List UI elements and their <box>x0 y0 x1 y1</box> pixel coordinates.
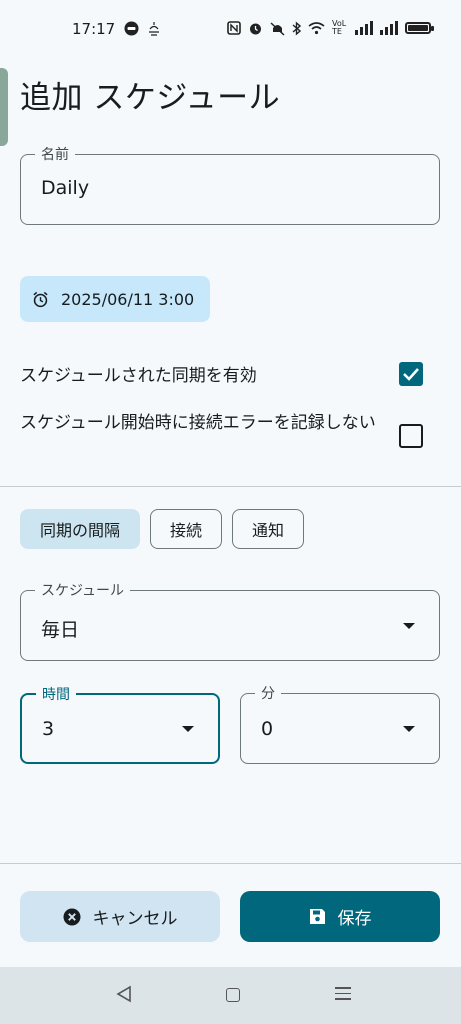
minute-label: 分 <box>255 683 281 703</box>
cancel-label: キャンセル <box>92 909 178 929</box>
schedule-label: スケジュール <box>35 580 131 600</box>
schedule-value: 毎日 <box>41 619 80 641</box>
option-enable-scheduled-sync[interactable]: スケジュールされた同期を有効 <box>20 362 440 389</box>
volte-icon: VoLTE <box>332 19 347 36</box>
bluetooth-icon <box>292 20 301 36</box>
tab-notification[interactable]: 通知 <box>232 509 305 549</box>
tab-sync-interval[interactable]: 同期の間隔 <box>20 509 141 549</box>
cancel-circle-icon <box>63 908 80 925</box>
home-icon[interactable] <box>226 988 240 1002</box>
notification-icon <box>149 22 159 36</box>
option-label: スケジュール開始時に接続エラーを記録しない <box>20 413 376 433</box>
minute-value: 0 <box>261 718 274 740</box>
signal-icon <box>355 21 373 35</box>
wifi-icon <box>308 22 325 35</box>
nfc-icon <box>227 21 241 35</box>
name-field-label: 名前 <box>35 144 75 164</box>
divider <box>0 863 461 864</box>
name-field[interactable]: 名前 Daily <box>20 144 440 225</box>
page-title: 追加 スケジュール <box>20 80 281 116</box>
dropdown-arrow-icon <box>403 726 415 732</box>
option-skip-connection-error[interactable]: スケジュール開始時に接続エラーを記録しない <box>20 410 440 448</box>
schedule-dropdown[interactable]: スケジュール 毎日 <box>20 580 440 661</box>
dropdown-arrow-icon <box>182 726 194 732</box>
skip-error-checkbox[interactable] <box>399 424 423 448</box>
cancel-button[interactable]: キャンセル <box>20 891 220 942</box>
tab-connection[interactable]: 接続 <box>150 509 223 549</box>
hour-label: 時間 <box>36 684 76 704</box>
recents-icon[interactable] <box>335 987 351 1004</box>
battery-icon <box>405 22 434 34</box>
datetime-value: 2025/06/11 3:00 <box>61 289 195 309</box>
save-label: 保存 <box>337 909 372 929</box>
system-nav-bar <box>0 967 461 1024</box>
edge-panel-handle[interactable] <box>0 68 8 146</box>
option-label: スケジュールされた同期を有効 <box>20 366 257 386</box>
checkmark-icon <box>403 368 419 381</box>
divider <box>0 486 461 487</box>
save-icon <box>309 909 325 924</box>
save-button[interactable]: 保存 <box>240 891 440 942</box>
enable-sync-checkbox[interactable] <box>399 362 423 386</box>
line-icon <box>124 21 139 36</box>
alarm-icon <box>33 291 48 307</box>
hour-value: 3 <box>42 718 55 740</box>
dropdown-arrow-icon <box>403 623 415 629</box>
minute-dropdown[interactable]: 分 0 <box>240 683 440 764</box>
settings-tabs: 同期の間隔 接続 通知 <box>20 509 305 549</box>
signal-icon <box>380 21 398 35</box>
name-field-value[interactable]: Daily <box>41 177 89 199</box>
mute-icon <box>270 21 285 36</box>
status-bar: 17:17 VoLTE <box>0 0 461 58</box>
hour-dropdown[interactable]: 時間 3 <box>20 684 220 764</box>
datetime-chip[interactable]: 2025/06/11 3:00 <box>20 276 210 322</box>
status-time: 17:17 <box>72 20 116 38</box>
alarm-icon <box>250 23 261 34</box>
back-icon[interactable] <box>116 985 132 1003</box>
